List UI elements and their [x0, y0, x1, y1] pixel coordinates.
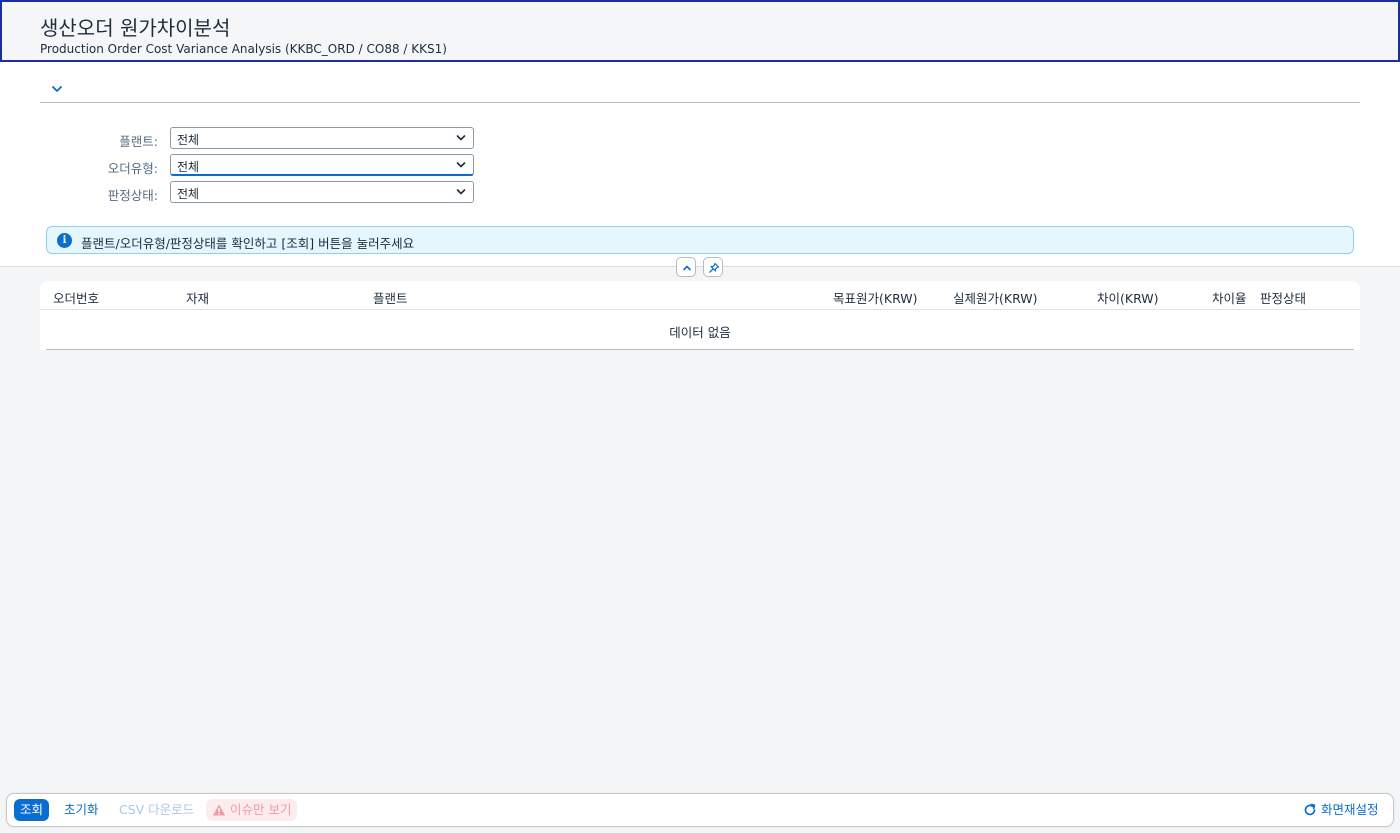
order-type-label: 오더유형:	[107, 161, 158, 176]
search-button[interactable]: 조회	[14, 799, 50, 821]
chevron-down-icon	[456, 189, 466, 195]
plant-select[interactable]: 전체	[170, 127, 474, 149]
info-message-text: 플랜트/오더유형/판정상태를 확인하고 [조회] 버튼을 눌러주세요	[81, 236, 415, 251]
filter-toggle-row	[40, 76, 1360, 103]
reset-layout-label: 화면재설정	[1321, 802, 1379, 817]
issues-only-label: 이슈만 보기	[230, 802, 292, 817]
no-data-text: 데이터 없음	[669, 325, 731, 340]
column-variance[interactable]: 차이(KRW)	[1097, 288, 1159, 307]
table-empty-row: 데이터 없음	[46, 310, 1354, 350]
refresh-icon	[1304, 803, 1316, 816]
filter-bar: 플랜트: 전체 오더유형: 전체 판정상태: 전체 i 플랜트/오더유형/판정상…	[0, 62, 1400, 267]
pin-icon	[709, 262, 720, 273]
plant-select-value: 전체	[177, 133, 200, 147]
page-header: 생산오더 원가차이분석 Production Order Cost Varian…	[0, 0, 1400, 62]
status-label: 판정상태:	[107, 188, 158, 203]
order-type-select[interactable]: 전체	[170, 154, 474, 176]
column-judgement-status[interactable]: 판정상태	[1260, 288, 1306, 307]
column-material[interactable]: 자재	[186, 288, 209, 307]
order-type-select-value: 전체	[177, 160, 200, 174]
csv-download-button[interactable]: CSV 다운로드	[113, 799, 200, 821]
chevron-down-icon[interactable]	[50, 82, 64, 96]
chevron-up-icon	[683, 265, 691, 271]
results-table: 오더번호 자재 플랜트 목표원가(KRW) 실제원가(KRW) 차이(KRW) …	[40, 281, 1360, 350]
info-icon: i	[57, 233, 72, 248]
page-title: 생산오더 원가차이분석	[40, 16, 231, 40]
collapse-header-button[interactable]	[676, 257, 696, 277]
column-actual-cost[interactable]: 실제원가(KRW)	[953, 288, 1038, 307]
issues-only-button[interactable]: 이슈만 보기	[206, 799, 298, 821]
status-select[interactable]: 전체	[170, 181, 474, 203]
column-plant[interactable]: 플랜트	[373, 288, 408, 307]
reset-button[interactable]: 초기화	[58, 799, 105, 821]
column-order-number[interactable]: 오더번호	[53, 288, 99, 307]
table-header-row: 오더번호 자재 플랜트 목표원가(KRW) 실제원가(KRW) 차이(KRW) …	[40, 281, 1360, 310]
plant-label: 플랜트:	[119, 134, 158, 149]
chevron-down-icon	[456, 162, 466, 168]
info-message-strip: i 플랜트/오더유형/판정상태를 확인하고 [조회] 버튼을 눌러주세요	[46, 226, 1354, 254]
page-subtitle: Production Order Cost Variance Analysis …	[40, 42, 447, 56]
column-variance-rate[interactable]: 차이율	[1212, 288, 1247, 307]
footer-toolbar: 조회 초기화 CSV 다운로드 이슈만 보기 화면재설정	[6, 793, 1394, 827]
warning-icon	[213, 804, 225, 816]
status-select-value: 전체	[177, 187, 200, 201]
pin-header-button[interactable]	[703, 257, 723, 277]
reset-layout-button[interactable]: 화면재설정	[1301, 799, 1385, 821]
chevron-down-icon	[456, 135, 466, 141]
column-target-cost[interactable]: 목표원가(KRW)	[833, 288, 918, 307]
